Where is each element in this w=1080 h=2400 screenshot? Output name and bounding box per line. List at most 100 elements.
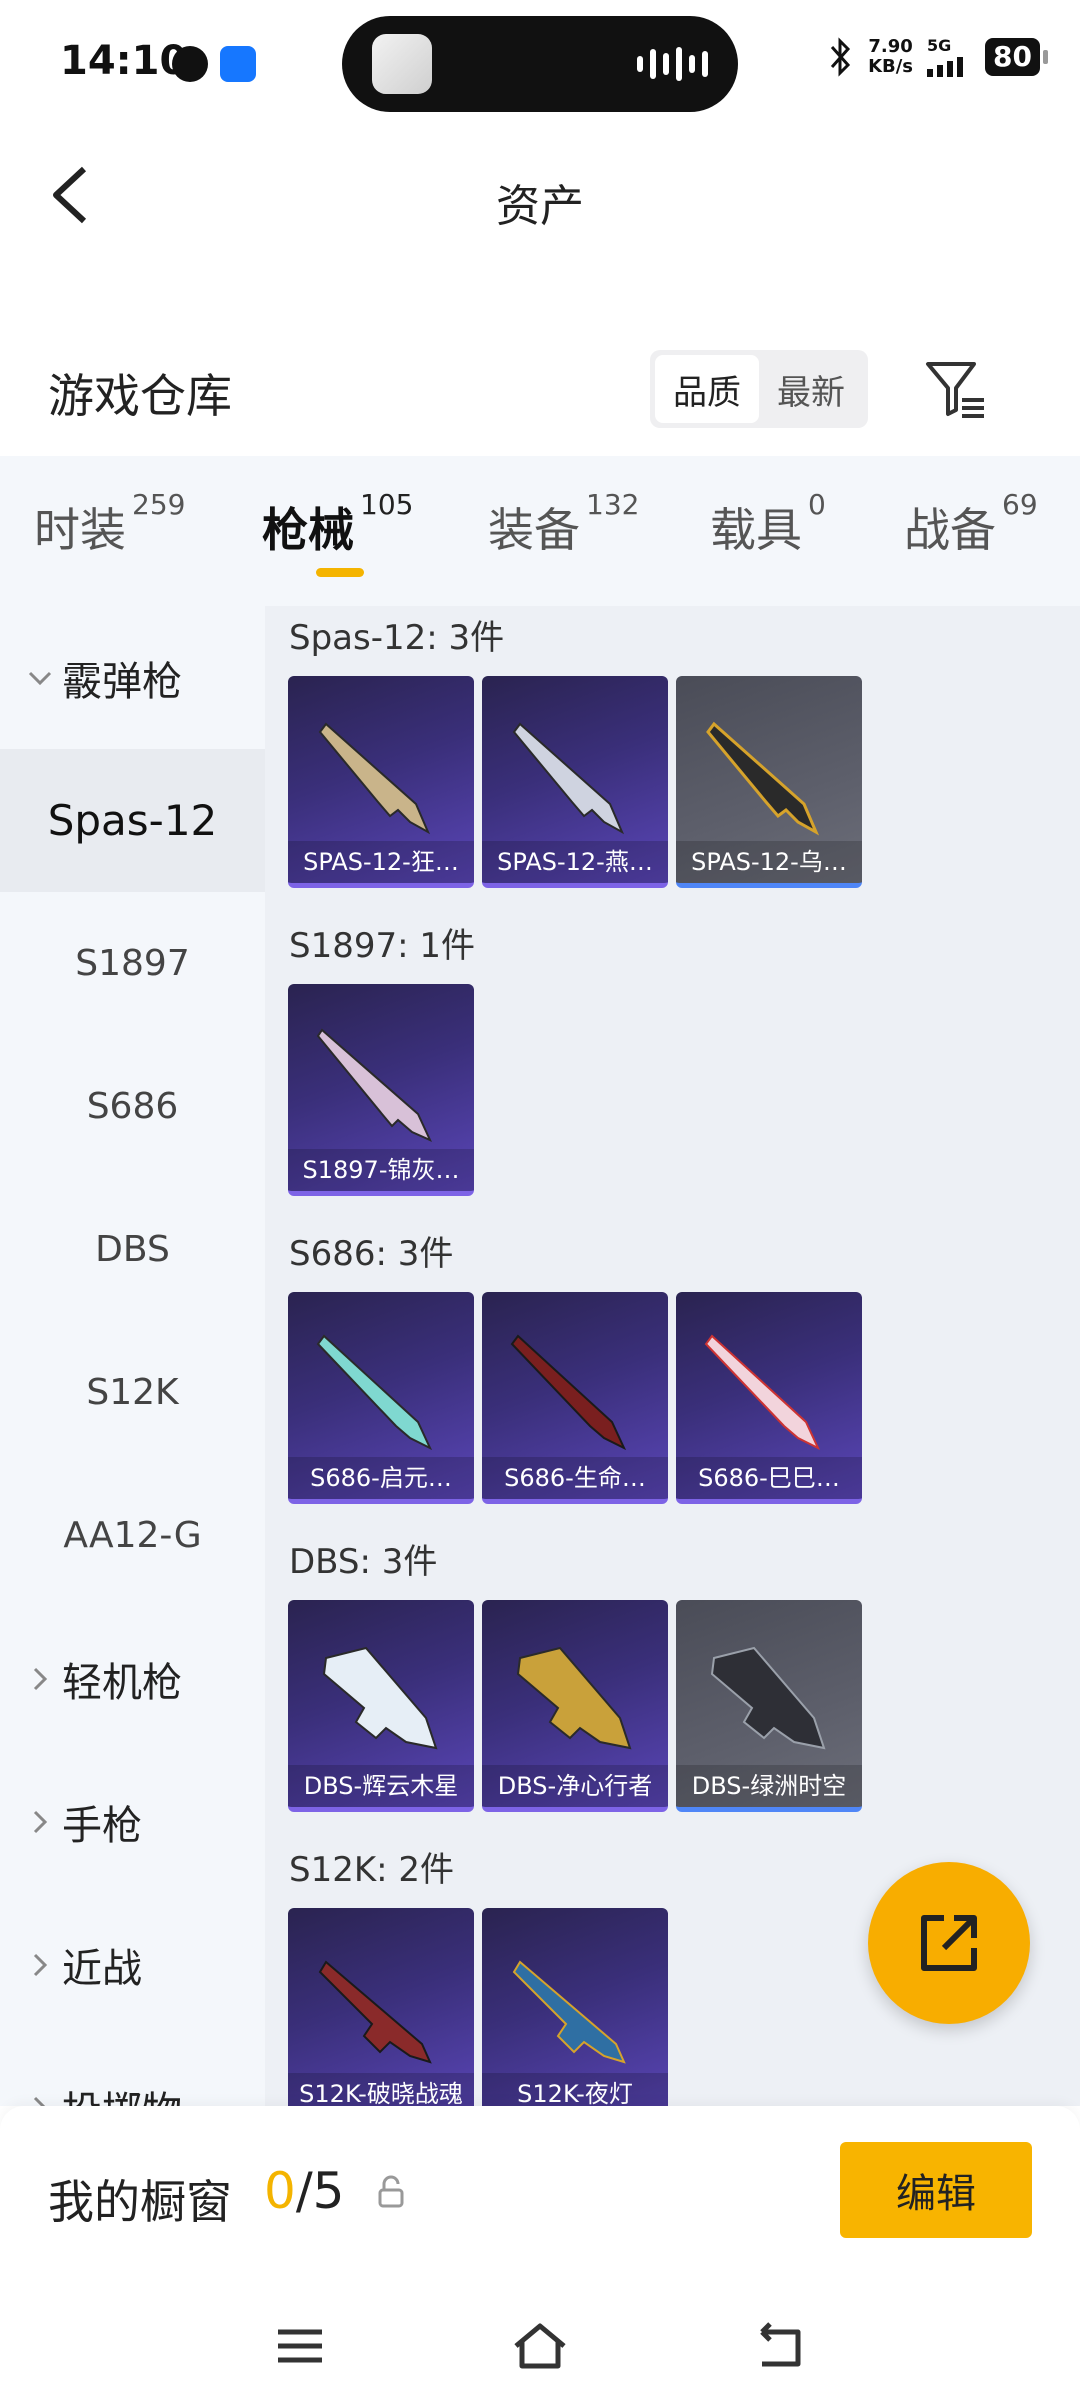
sidebar-item-aa12g[interactable]: AA12-G <box>0 1464 265 1607</box>
item-name: S1897-锦灰… <box>288 1149 474 1191</box>
shotgun-icon <box>322 1646 438 1750</box>
lock-icon <box>378 2175 404 2208</box>
chevron-down-icon <box>24 670 56 686</box>
tab-label: 载具 <box>710 503 802 557</box>
item-card[interactable]: S1897-锦灰… <box>288 984 474 1196</box>
item-card[interactable]: S12K-破晓战魂 <box>288 1908 474 2106</box>
showcase-current: 0 <box>264 2162 296 2220</box>
tab-count: 0 <box>808 488 826 521</box>
warehouse-header: 游戏仓库 品质 最新 <box>0 340 1080 450</box>
item-name: DBS-辉云木星 <box>288 1765 474 1807</box>
sidebar-category-melee[interactable]: 近战 <box>0 1893 265 2036</box>
sidebar: 霰弹枪 Spas-12 S1897 S686 DBS S12K AA12-G 轻… <box>0 606 265 2135</box>
bottom-bar: 我的橱窗 0/5 编辑 <box>0 2106 1080 2400</box>
sort-quality-button[interactable]: 品质 <box>655 355 759 423</box>
net-speed-value: 7.90 <box>868 35 913 57</box>
sort-newest-button[interactable]: 最新 <box>759 355 863 423</box>
chevron-right-icon <box>24 1666 56 1692</box>
item-name: SPAS-12-燕… <box>482 841 668 883</box>
shotgun-icon <box>516 1646 632 1750</box>
net-speed: 7.90 KB/s <box>868 35 914 77</box>
bluetooth-icon <box>830 36 851 77</box>
external-link-icon <box>921 1915 977 1971</box>
status-right: 7.90 KB/s 5G 80 <box>828 35 1048 77</box>
header: 资产 <box>0 130 1080 260</box>
system-nav-bar <box>0 2306 1080 2386</box>
menu-icon[interactable] <box>270 2316 330 2376</box>
group-title-s686: S686: 3件 <box>289 1234 454 1274</box>
tab-count: 132 <box>586 488 640 521</box>
sidebar-category-label: 近战 <box>62 1945 142 1992</box>
item-name: S686-启元… <box>288 1457 474 1499</box>
share-button[interactable] <box>868 1862 1030 2024</box>
item-card[interactable]: S686-生命… <box>482 1292 668 1504</box>
sidebar-item-dbs[interactable]: DBS <box>0 1178 265 1321</box>
tab-vehicle[interactable]: 载具 0 <box>710 488 826 560</box>
tab-equipment[interactable]: 装备 132 <box>488 488 639 560</box>
back-nav-icon[interactable] <box>750 2316 810 2376</box>
item-name: S12K-夜灯 <box>482 2073 668 2106</box>
item-card[interactable]: SPAS-12-乌… <box>676 676 862 888</box>
shotgun-icon <box>510 1334 627 1451</box>
item-name: S686-巳巳… <box>676 1457 862 1499</box>
battery-indicator: 80 <box>985 37 1048 76</box>
status-bar: 14:10 7.90 KB/s 5G 80 <box>0 0 1080 130</box>
sidebar-category-shotgun[interactable]: 霰弹枪 <box>0 606 265 749</box>
shotgun-icon <box>706 721 820 836</box>
sidebar-category-pistol[interactable]: 手枪 <box>0 1750 265 1893</box>
sidebar-item-spas12[interactable]: Spas-12 <box>0 749 265 892</box>
sidebar-item-s1897[interactable]: S1897 <box>0 892 265 1035</box>
item-card[interactable]: S12K-夜灯 <box>482 1908 668 2106</box>
group-title-spas12: Spas-12: 3件 <box>289 618 505 658</box>
audio-wave-icon <box>637 46 708 82</box>
sidebar-category-label: 霰弹枪 <box>62 658 182 705</box>
showcase-count: 0/5 <box>264 2162 344 2220</box>
item-card[interactable]: DBS-辉云木星 <box>288 1600 474 1812</box>
group-title-s1897: S1897: 1件 <box>289 926 476 966</box>
item-card[interactable]: SPAS-12-狂… <box>288 676 474 888</box>
sidebar-category-lmg[interactable]: 轻机枪 <box>0 1607 265 1750</box>
tab-label: 战备 <box>904 503 996 557</box>
item-card[interactable]: SPAS-12-燕… <box>482 676 668 888</box>
showcase-label: 我的橱窗 <box>48 2175 232 2229</box>
chevron-right-icon <box>24 1952 56 1978</box>
shotgun-icon <box>316 1334 433 1451</box>
home-icon[interactable] <box>510 2316 570 2376</box>
edit-button[interactable]: 编辑 <box>840 2142 1032 2238</box>
group-title-dbs: DBS: 3件 <box>289 1542 438 1582</box>
dynamic-island[interactable] <box>342 16 738 112</box>
item-card[interactable]: DBS-绿洲时空 <box>676 1600 862 1812</box>
group-title-s12k: S12K: 2件 <box>289 1850 455 1890</box>
sidebar-category-label: 手枪 <box>62 1802 142 1849</box>
sort-toggle: 品质 最新 <box>650 350 868 428</box>
category-tabs: 时装 259 枪械 105 装备 132 载具 0 战备 69 <box>0 456 1080 606</box>
shotgun-icon <box>318 1960 432 2064</box>
tab-costume[interactable]: 时装 259 <box>34 488 185 560</box>
media-thumbnail <box>372 34 432 94</box>
broadcast-icon <box>220 46 256 82</box>
item-card[interactable]: DBS-净心行者 <box>482 1600 668 1812</box>
net-speed-unit: KB/s <box>868 55 914 77</box>
tab-firearms[interactable]: 枪械 105 <box>262 488 413 560</box>
filter-icon[interactable] <box>920 354 990 424</box>
shotgun-icon <box>704 1334 821 1451</box>
tab-count: 105 <box>360 488 414 521</box>
network-type: 5G <box>927 36 952 55</box>
showcase-total: /5 <box>295 2162 345 2220</box>
status-app-icon <box>172 46 208 82</box>
item-name: SPAS-12-乌… <box>676 841 862 883</box>
shotgun-icon <box>710 1646 826 1750</box>
item-name: S686-生命… <box>482 1457 668 1499</box>
sidebar-item-s12k[interactable]: S12K <box>0 1321 265 1464</box>
tab-label: 枪械 <box>262 503 354 557</box>
tab-supplies[interactable]: 战备 69 <box>904 488 1038 560</box>
tab-count: 69 <box>1002 488 1038 521</box>
page-title: 资产 <box>496 181 584 232</box>
shotgun-icon <box>318 722 431 835</box>
sidebar-category-label: 轻机枪 <box>62 1659 182 1706</box>
sidebar-item-s686[interactable]: S686 <box>0 1035 265 1178</box>
item-card[interactable]: S686-巳巳… <box>676 1292 862 1504</box>
item-card[interactable]: S686-启元… <box>288 1292 474 1504</box>
item-name: DBS-绿洲时空 <box>676 1765 862 1807</box>
shotgun-icon <box>512 722 625 835</box>
